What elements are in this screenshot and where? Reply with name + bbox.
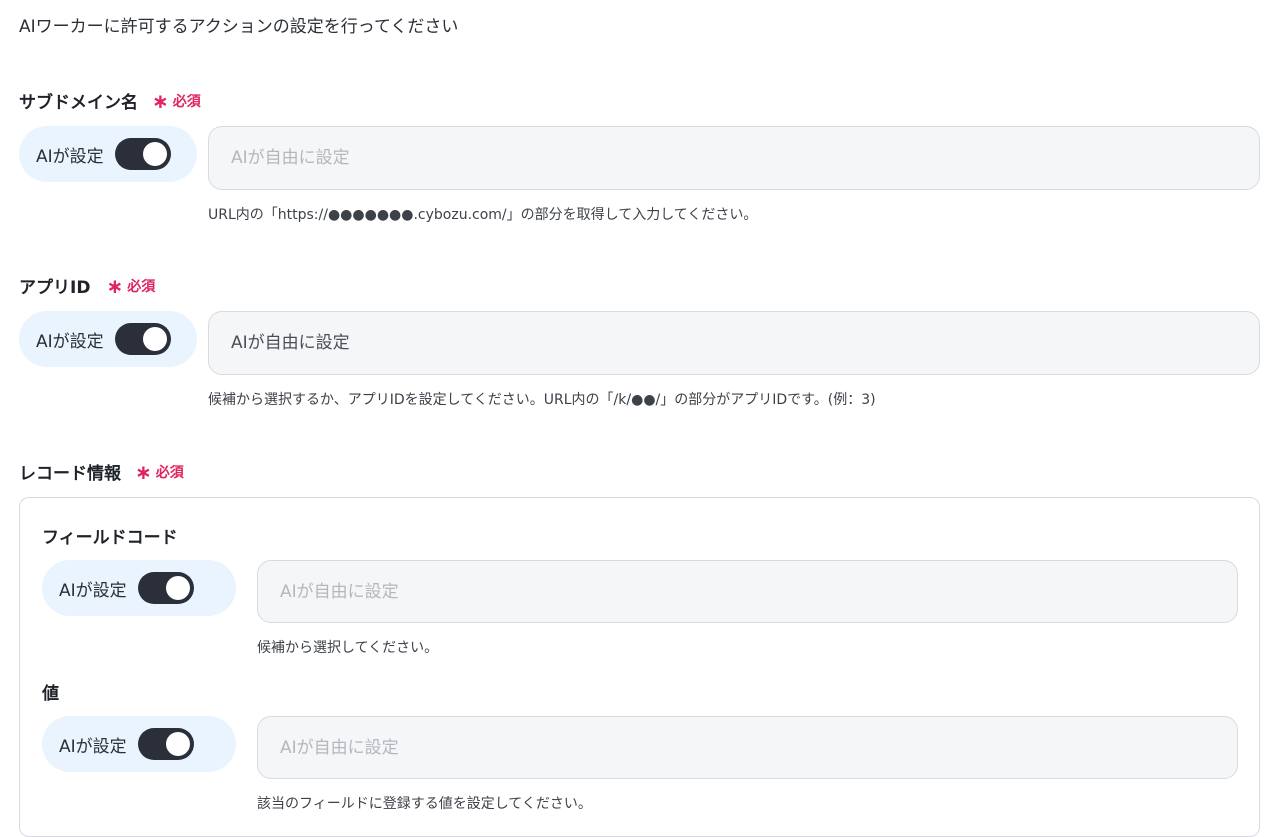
toggle-knob	[142, 142, 167, 166]
subdomain-label: サブドメイン名	[19, 93, 138, 113]
required-text: 必須	[172, 93, 201, 110]
required-text: 必須	[127, 278, 156, 295]
field-code-help-text: 候補から選択してください。	[257, 640, 439, 656]
field-code-ai-toggle-group: AIが設定	[42, 560, 236, 616]
required-badge: ∗ 必須	[152, 91, 201, 111]
subdomain-input[interactable]	[208, 126, 1260, 190]
required-asterisk-icon: ∗	[152, 88, 169, 113]
value-label: 値	[42, 684, 59, 704]
toggle-label: AIが設定	[59, 580, 127, 601]
value-ai-toggle[interactable]	[137, 728, 194, 760]
appid-help-text: 候補から選択するか、アプリIDを設定してください。URL内の「/k/●●/」の部…	[208, 392, 876, 408]
subdomain-ai-toggle[interactable]	[114, 138, 171, 170]
subdomain-help-text: URL内の「https://●●●●●●●.cybozu.com/」の部分を取得…	[208, 207, 758, 223]
subdomain-ai-toggle-group: AIが設定	[19, 126, 197, 182]
record-label-row: レコード情報 ∗ 必須	[19, 459, 184, 485]
value-input[interactable]	[257, 716, 1238, 779]
value-ai-toggle-group: AIが設定	[42, 716, 236, 772]
toggle-knob	[142, 327, 167, 351]
record-info-panel: フィールドコード AIが設定 候補から選択してください。 値 AIが設定 該当の…	[19, 497, 1260, 837]
toggle-knob	[165, 576, 190, 600]
required-text: 必須	[155, 464, 184, 481]
field-code-ai-toggle[interactable]	[137, 572, 194, 604]
value-help-text: 該当のフィールドに登録する値を設定してください。	[257, 796, 592, 812]
toggle-label: AIが設定	[36, 146, 104, 167]
toggle-knob	[165, 732, 190, 756]
intro-text: AIワーカーに許可するアクションの設定を行ってください	[19, 17, 459, 37]
record-label: レコード情報	[19, 464, 121, 484]
required-asterisk-icon: ∗	[106, 273, 124, 298]
appid-ai-toggle-group: AIが設定	[19, 311, 197, 367]
subdomain-label-row: サブドメイン名 ∗ 必須	[19, 88, 201, 114]
required-asterisk-icon: ∗	[135, 459, 152, 484]
field-code-label: フィールドコード	[42, 528, 178, 548]
field-code-input[interactable]	[257, 560, 1238, 623]
appid-label-row: アプリID ∗ 必須	[19, 273, 155, 299]
appid-ai-toggle[interactable]	[114, 323, 171, 355]
appid-label: アプリID	[19, 278, 91, 298]
required-badge: ∗ 必須	[135, 462, 184, 482]
appid-input[interactable]	[208, 311, 1260, 375]
toggle-label: AIが設定	[59, 736, 127, 757]
toggle-label: AIが設定	[36, 331, 104, 352]
required-badge: ∗ 必須	[106, 276, 155, 296]
